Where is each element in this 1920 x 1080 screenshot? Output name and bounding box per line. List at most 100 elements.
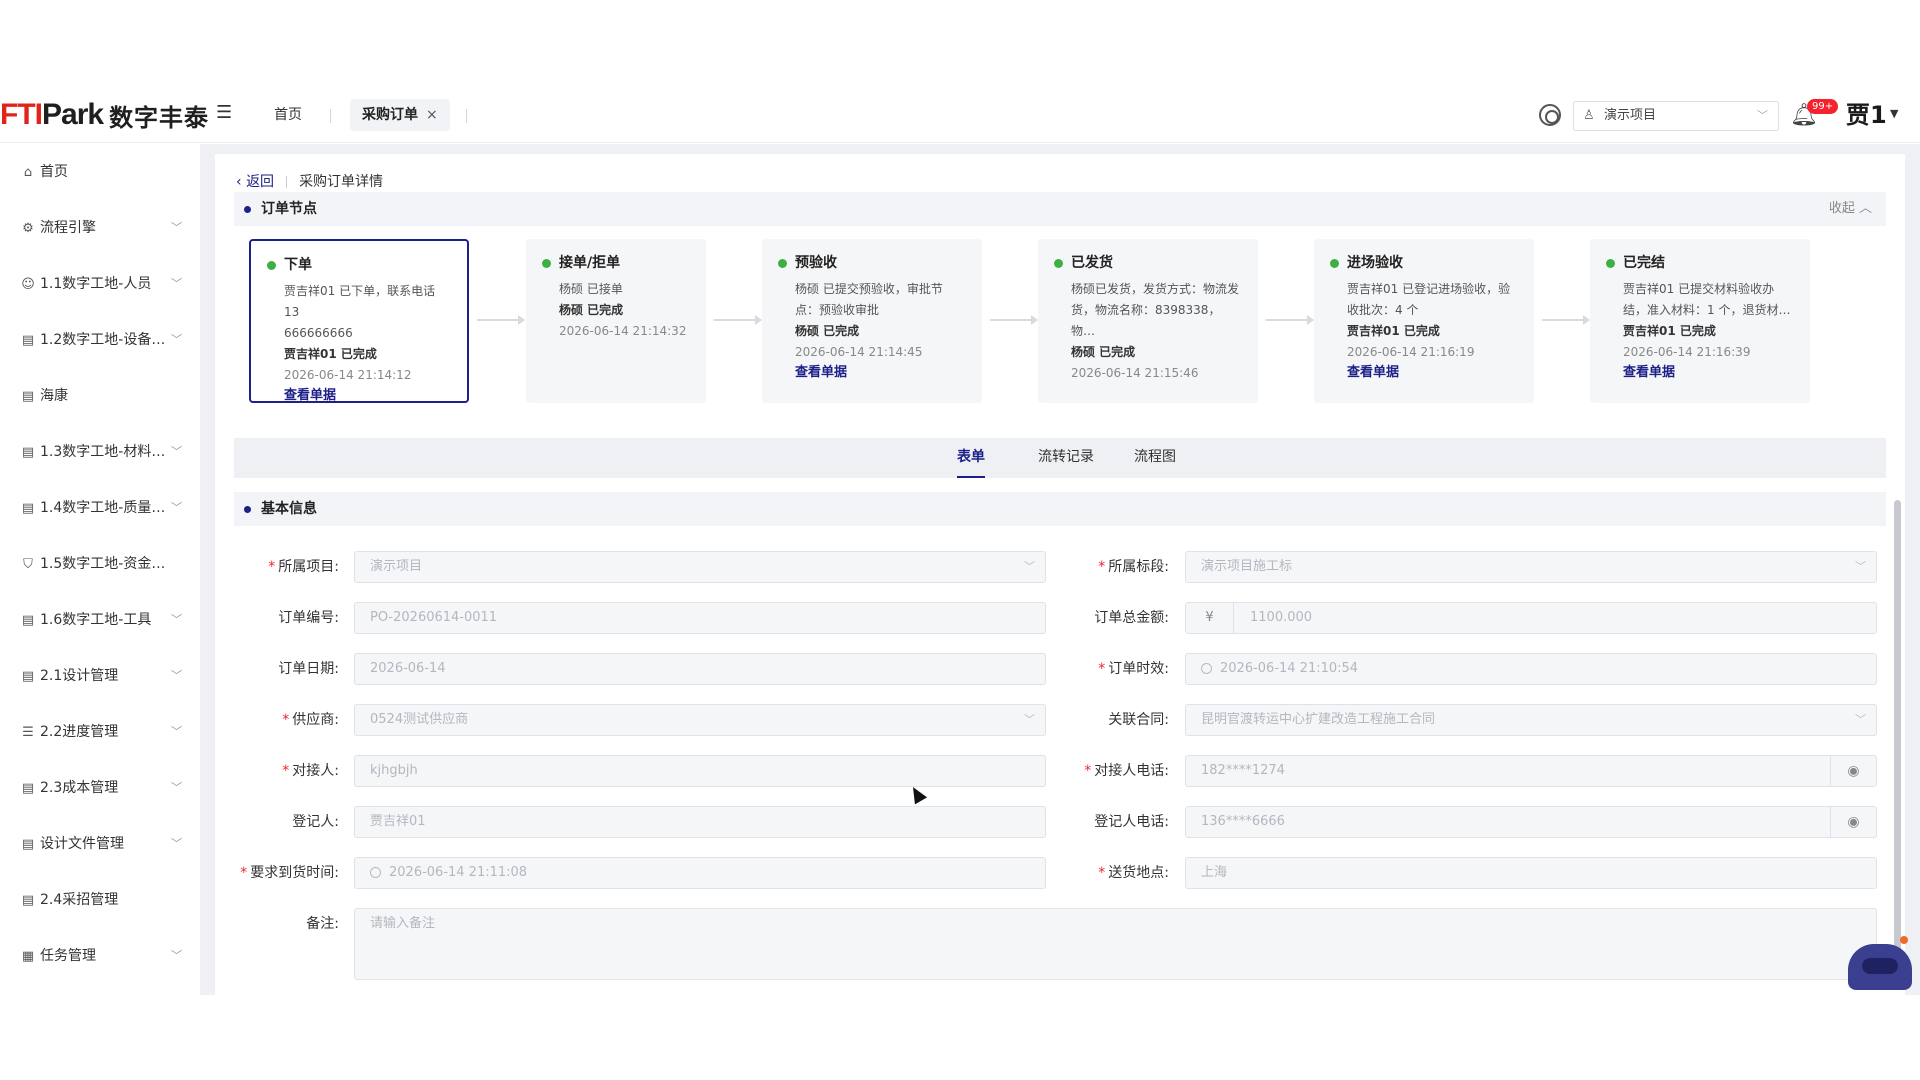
tab-home[interactable]: 首页 [262,99,314,131]
sidebar-item-personnel[interactable]: ☺ 1.1数字工地-人员 ﹀ [20,272,182,296]
contact-phone-field[interactable]: 182****1274 ◉ [1185,755,1877,787]
caret-down-icon[interactable]: ▼ [1890,107,1898,120]
chevron-down-icon: ﹀ [171,949,182,962]
sidebar-item-funds[interactable]: ⛉ 1.5数字工地-资金监管 [20,552,182,576]
node-line: 货，物流名称：8398338，物… [1071,303,1221,338]
eye-icon[interactable]: ◉ [1830,756,1876,786]
delivery-time-field[interactable]: 2026-06-14 21:11:08 [354,857,1046,889]
sidebar-item-procurement[interactable]: ▤ 2.4采招管理 [20,888,182,912]
collapse-button[interactable]: 收起 ︿ [1829,192,1872,226]
tab-purchase-order[interactable]: 采购订单 × [350,99,450,131]
order-date-value: 2026-06-14 [370,661,446,676]
view-document-link[interactable]: 查看单据 [1623,363,1794,383]
flow-icon: ⚙ [22,221,34,236]
user-name[interactable]: 贾1 [1846,101,1887,129]
remark-textarea[interactable]: 请输入备注 [354,908,1877,980]
contact-phone-label: * 对接人电话: [1065,755,1169,787]
delivery-place-field[interactable]: 上海 [1185,857,1877,889]
node-title: 接单/拒单 [559,255,621,271]
order-deadline-label: * 订单时效: [1065,653,1169,685]
people-icon: ☺ [21,277,35,292]
order-nodes-title: 订单节点 [244,192,317,226]
tab-flow-chart[interactable]: 流程图 [1134,438,1176,476]
sidebar-item-hikvision[interactable]: ▤ 海康 [20,384,182,408]
order-node-shipped[interactable]: 已发货 杨硕已发货，发货方式：物流发 货，物流名称：8398338，物… 杨硕 … [1038,239,1258,403]
contact-value: kjhgbjh [370,763,418,778]
required-mark: * [1098,661,1106,677]
contact-field[interactable]: kjhgbjh [354,755,1046,787]
status-dot-icon [1330,258,1339,268]
node-title: 已发货 [1071,255,1113,271]
amount-label: 订单总金额: [1094,610,1169,626]
chevron-left-icon: ‹ [236,174,247,190]
sidebar-item-equipment[interactable]: ▤ 1.2数字工地-设备/… ﹀ [20,328,182,352]
registrar-phone-field[interactable]: 136****6666 ◉ [1185,806,1877,838]
close-icon[interactable]: × [426,107,438,123]
node-time: 2026-06-14 21:16:39 [1623,345,1751,359]
project-label: * 所属项目: [235,551,339,583]
order-node-place-order[interactable]: 下单 贾吉祥01 已下单，联系电话 13 666666666 贾吉祥01 已完成… [249,239,469,403]
section-select-field[interactable]: 演示项目施工标 ﹀ [1185,551,1877,583]
project-select[interactable]: ♙ 演示项目 ﹀ [1573,101,1779,131]
sidebar-item-cost[interactable]: ▤ 2.3成本管理 ﹀ [20,776,182,800]
view-document-link[interactable]: 查看单据 [284,386,451,406]
sidebar-item-materials[interactable]: ▤ 1.3数字工地-材料【… ﹀ [20,440,182,464]
sidebar-item-label: 2.2进度管理 [40,724,119,740]
sidebar-item-home[interactable]: ⌂ 首页 [20,160,182,184]
assistant-robot-icon[interactable] [1848,936,1912,990]
eye-icon[interactable]: ◉ [1830,807,1876,837]
sidebar-item-tools[interactable]: ▤ 1.6数字工地-工具 ﹀ [20,608,182,632]
tab-divider [466,109,467,123]
menu-toggle-icon[interactable]: ☰ [216,103,236,123]
order-node-accept[interactable]: 接单/拒单 杨硕 已接单 杨硕 已完成 2026-06-14 21:14:32 [526,239,706,403]
order-node-completed[interactable]: 已完结 贾吉祥01 已提交材料验收办 结，准入材料：1 个，退货材… 贾吉祥01… [1590,239,1810,403]
page-title: 采购订单详情 [299,174,384,190]
sidebar-item-design[interactable]: ▤ 2.1设计管理 ﹀ [20,664,182,688]
amount-field[interactable]: ¥1100.000 [1185,602,1877,634]
logo-mark-red: FTI [0,98,43,131]
help-icon[interactable] [1539,104,1561,126]
sidebar-item-progress[interactable]: ☰ 2.2进度管理 ﹀ [20,720,182,744]
tab-form[interactable]: 表单 [957,438,985,478]
node-line: 结，准入材料：1 个，退货材… [1623,303,1791,317]
main-area: ‹ 返回 采购订单详情 订单节点 收起 ︿ 下单 贾吉祥01 已下单，联系电话 1… [200,144,1920,995]
chevron-down-icon: ﹀ [1855,713,1866,726]
view-document-link[interactable]: 查看单据 [795,363,966,383]
registrar-value: 贾吉祥01 [370,814,426,829]
order-deadline-field[interactable]: 2026-06-14 21:10:54 [1185,653,1877,685]
order-deadline-value: 2026-06-14 21:10:54 [1220,661,1359,676]
contact-phone-value: 182****1274 [1201,763,1285,778]
order-node-pre-acceptance[interactable]: 预验收 杨硕 已提交预验收，审批节 点：预验收审批 杨硕 已完成 2026-06… [762,239,982,403]
logo: FTIPark 数字丰泰 [0,97,209,133]
flow-arrow-icon [1266,315,1314,325]
supplier-label: * 供应商: [235,704,339,736]
view-document-link[interactable]: 查看单据 [1347,363,1518,383]
sidebar-item-quality[interactable]: ▤ 1.4数字工地-质量/… ﹀ [20,496,182,520]
node-status: 杨硕 已完成 [559,303,624,317]
order-node-site-acceptance[interactable]: 进场验收 贾吉祥01 已登记进场验收，验 收批次：4 个 贾吉祥01 已完成 2… [1314,239,1534,403]
collapse-label: 收起 [1828,201,1855,216]
sidebar-item-flow-engine[interactable]: ⚙ 流程引擎 ﹀ [20,216,182,240]
registrar-field[interactable]: 贾吉祥01 [354,806,1046,838]
supplier-select-field[interactable]: 0524测试供应商 ﹀ [354,704,1046,736]
task-icon: ▦ [21,949,35,964]
order-date-field[interactable]: 2026-06-14 [354,653,1046,685]
project-select-field[interactable]: 演示项目 ﹀ [354,551,1046,583]
sidebar-item-design-files[interactable]: ▤ 设计文件管理 ﹀ [20,832,182,856]
order-date-label: 订单日期: [278,661,339,677]
node-title: 已完结 [1623,255,1665,271]
tab-flow-records[interactable]: 流转记录 [1038,438,1094,476]
document-icon: ▤ [21,613,35,628]
sidebar-item-tasks[interactable]: ▦ 任务管理 ﹀ [20,944,182,968]
scrollbar-thumb[interactable] [1894,500,1901,970]
back-link[interactable]: ‹ 返回 [236,174,274,190]
contract-select-field[interactable]: 昆明官渡转运中心扩建改造工程施工合同 ﹀ [1185,704,1877,736]
form-tabs: 表单 流转记录 流程图 [234,438,1886,478]
tab-home-label: 首页 [274,107,302,123]
chevron-down-icon: ﹀ [1024,560,1035,573]
chevron-up-icon: ︿ [1858,201,1872,216]
document-icon: ▤ [21,837,35,852]
order-no-field[interactable]: PO-20260614-0011 [354,602,1046,634]
node-status: 贾吉祥01 已完成 [1623,324,1716,338]
amount-value: 1100.000 [1250,610,1313,625]
